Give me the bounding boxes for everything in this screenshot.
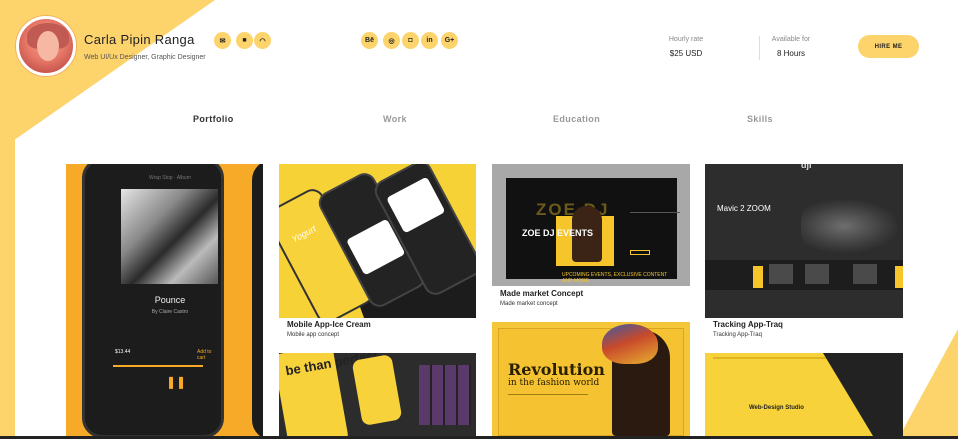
background-accent-right (898, 329, 958, 439)
portfolio-card-ice-cream[interactable]: Yogurt (279, 164, 476, 318)
drone-image (801, 200, 897, 252)
track-title: Pounce (154, 295, 186, 305)
accent-block (753, 266, 763, 288)
signup-form (630, 212, 680, 254)
linkedin-icon[interactable]: in (421, 32, 438, 49)
phone-mockup-secondary (252, 164, 263, 436)
hero-tagline: in the fashion world (508, 378, 600, 388)
profile-header: Carla Pipin Ranga Web UI/Ux Designer, Gr… (0, 0, 958, 90)
avatar[interactable] (16, 16, 76, 76)
portfolio-card-revolution[interactable]: Revolution in the fashion world (492, 322, 690, 436)
stats-divider (759, 36, 760, 60)
card-subtitle: Mobile app concept (287, 332, 340, 338)
brand-logo: dji (801, 164, 812, 170)
portfolio-card-traq[interactable]: dji Mavic 2 ZOOM (705, 164, 903, 318)
tab-work[interactable]: Work (383, 114, 407, 124)
hire-me-button[interactable]: HIRE ME (858, 35, 919, 58)
accent-block (895, 266, 903, 288)
available-value: 8 Hours (776, 49, 805, 58)
headphones-icon[interactable]: ◠ (254, 32, 271, 49)
image-grid (419, 365, 471, 425)
add-to-cart-label: Add to cart (197, 349, 212, 361)
hourly-rate-label: Hourly rate (668, 36, 704, 43)
portfolio-card-made-market[interactable]: ZOE DJ ZOE DJ EVENTS UPCOMING EVENTS, EX… (492, 164, 690, 286)
instagram-icon[interactable]: ◘ (402, 32, 419, 49)
envelope-icon[interactable]: ✉ (214, 32, 231, 49)
tab-skills[interactable]: Skills (747, 114, 773, 124)
website-screen: ZOE DJ ZOE DJ EVENTS UPCOMING EVENTS, EX… (506, 178, 680, 284)
track-price: $13.44 (115, 349, 131, 355)
avatar-face (37, 31, 59, 61)
phone-header: Wrap Stop · Album (149, 175, 191, 181)
dark-panel (873, 353, 903, 436)
chat-icon[interactable]: ■ (236, 32, 253, 49)
events-text: ZOE DJ EVENTS (522, 228, 594, 238)
dark-diagonal (823, 353, 873, 436)
upcoming-text: UPCOMING EVENTS, EXCLUSIVE CONTENT AND M… (562, 272, 668, 284)
studio-title: Web-Design Studio (749, 405, 804, 411)
hourly-rate-value: $25 USD (669, 49, 703, 58)
form-button (630, 250, 650, 255)
portfolio-card-perfect[interactable]: be than perfect. (279, 353, 476, 436)
available-label: Available for (771, 36, 811, 43)
behance-icon[interactable]: Bē (361, 32, 378, 49)
progress-bar (113, 365, 203, 367)
phone-screen (386, 176, 446, 234)
thumbnail (853, 264, 877, 284)
card-title: Made market Concept (500, 289, 584, 298)
google-plus-icon[interactable]: G+ (441, 32, 458, 49)
card-title: Mobile App-Ice Cream (287, 320, 371, 329)
tab-portfolio[interactable]: Portfolio (193, 114, 234, 124)
dribbble-icon[interactable]: ◎ (383, 32, 400, 49)
portfolio-card-music-app[interactable]: Wrap Stop · Album Pounce By Claire Castr… (66, 164, 263, 436)
thumbnail (805, 264, 829, 284)
thumbnail (769, 264, 793, 284)
album-art (121, 189, 218, 284)
track-artist: By Claire Castro (151, 309, 189, 315)
body-text-line (508, 394, 588, 400)
card-subtitle: Made market concept (500, 301, 558, 307)
head-wrap (602, 324, 658, 364)
portfolio-card-web-design-studio[interactable]: Web-Design Studio (705, 353, 903, 436)
product-title: Mavic 2 ZOOM (717, 204, 771, 213)
hero-headline: Revolution (508, 360, 605, 379)
card-title: Tracking App-Traq (713, 320, 783, 329)
tab-education[interactable]: Education (553, 114, 600, 124)
profile-name: Carla Pipin Ranga (84, 32, 195, 47)
app-heading: Yogurt (289, 223, 318, 245)
phone-mockup: Wrap Stop · Album Pounce By Claire Castr… (82, 164, 224, 436)
pause-icon: ❚❚ (166, 375, 187, 389)
phone-mockup (351, 354, 403, 426)
profile-role: Web UI/Ux Designer, Graphic Designer (84, 54, 206, 61)
card-subtitle: Tracking App-Traq (713, 332, 762, 338)
